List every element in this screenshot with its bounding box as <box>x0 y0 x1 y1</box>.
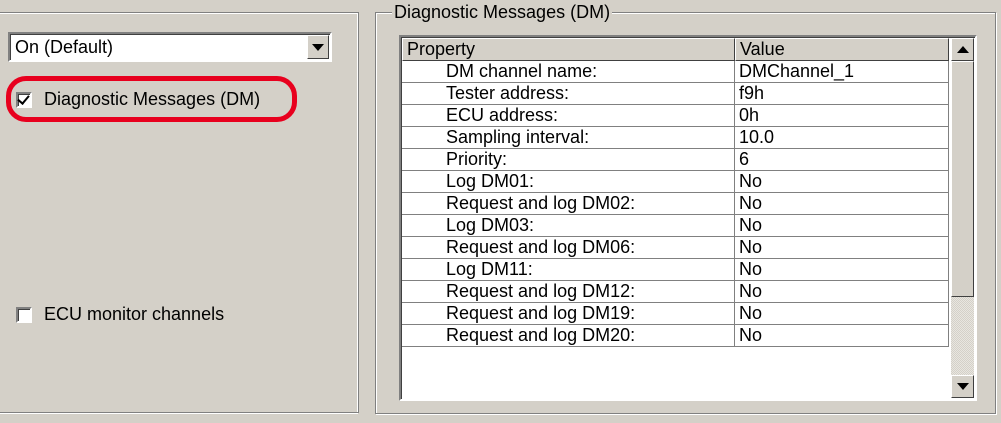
dm-checkbox[interactable] <box>16 91 32 108</box>
property-name-cell[interactable]: Priority: <box>402 149 735 171</box>
property-name-cell[interactable]: Request and log DM02: <box>402 193 735 215</box>
scroll-down-arrow-icon <box>956 383 969 390</box>
property-value-cell[interactable]: 10.0 <box>735 127 949 149</box>
grid-rows: DM channel name: DMChannel_1 Tester addres… <box>402 61 949 347</box>
dm-checkbox-row[interactable]: Diagnostic Messages (DM) <box>16 89 260 110</box>
column-header-property[interactable]: Property <box>402 38 735 61</box>
ecu-checkbox-label: ECU monitor channels <box>44 304 225 324</box>
mode-combobox[interactable]: On (Default) <box>8 32 332 62</box>
property-value-cell[interactable]: No <box>735 237 949 259</box>
divider <box>0 412 358 414</box>
vertical-scrollbar[interactable] <box>951 38 974 398</box>
ecu-checkbox-row[interactable]: ECU monitor channels <box>16 304 224 325</box>
table-row[interactable]: Request and log DM19: No <box>402 303 949 325</box>
table-row[interactable]: Request and log DM12: No <box>402 281 949 303</box>
table-row[interactable]: Priority: 6 <box>402 149 949 171</box>
table-row[interactable]: DM channel name: DMChannel_1 <box>402 61 949 83</box>
property-value-cell[interactable]: No <box>735 215 949 237</box>
grid-header: Property Value <box>402 38 949 61</box>
table-row[interactable]: Log DM01: No <box>402 171 949 193</box>
table-row[interactable]: Request and log DM20: No <box>402 325 949 347</box>
property-value-cell[interactable]: No <box>735 303 949 325</box>
property-value-cell[interactable]: 0h <box>735 105 949 127</box>
property-value-cell[interactable]: f9h <box>735 83 949 105</box>
property-value-cell[interactable]: No <box>735 171 949 193</box>
checkmark-icon <box>17 91 30 105</box>
scroll-up-button[interactable] <box>951 38 974 61</box>
property-name-cell[interactable]: ECU address: <box>402 105 735 127</box>
groupbox-title: Diagnostic Messages (DM) <box>392 2 613 22</box>
combo-dropdown-button[interactable] <box>307 35 329 59</box>
property-value-cell[interactable]: No <box>735 325 949 347</box>
chevron-down-icon <box>312 43 324 51</box>
scrollbar-thumb[interactable] <box>951 61 974 297</box>
property-name-cell[interactable]: Log DM01: <box>402 171 735 193</box>
mode-combobox-value: On (Default) <box>15 37 114 57</box>
property-value-cell[interactable]: No <box>735 281 949 303</box>
table-row[interactable]: Request and log DM06: No <box>402 237 949 259</box>
property-name-cell[interactable]: Tester address: <box>402 83 735 105</box>
options-panel <box>0 12 359 413</box>
property-name-cell[interactable]: Log DM11: <box>402 259 735 281</box>
scroll-down-button[interactable] <box>951 375 974 398</box>
table-row[interactable]: ECU address: 0h <box>402 105 949 127</box>
property-value-cell[interactable]: 6 <box>735 149 949 171</box>
table-row[interactable]: Request and log DM02: No <box>402 193 949 215</box>
property-name-cell[interactable]: Request and log DM20: <box>402 325 735 347</box>
property-name-cell[interactable]: DM channel name: <box>402 61 735 83</box>
table-row[interactable]: Tester address: f9h <box>402 83 949 105</box>
property-grid: Property Value DM channel name: DMChannel… <box>399 35 977 401</box>
table-row[interactable]: Sampling interval: 10.0 <box>402 127 949 149</box>
property-value-cell[interactable]: No <box>735 193 949 215</box>
property-name-cell[interactable]: Sampling interval: <box>402 127 735 149</box>
property-value-cell[interactable]: DMChannel_1 <box>735 61 949 83</box>
property-name-cell[interactable]: Request and log DM06: <box>402 237 735 259</box>
scroll-up-arrow-icon <box>956 46 969 53</box>
property-name-cell[interactable]: Log DM03: <box>402 215 735 237</box>
property-name-cell[interactable]: Request and log DM12: <box>402 281 735 303</box>
table-row[interactable]: Log DM03: No <box>402 215 949 237</box>
column-header-value[interactable]: Value <box>735 38 949 61</box>
property-name-cell[interactable]: Request and log DM19: <box>402 303 735 325</box>
property-value-cell[interactable]: No <box>735 259 949 281</box>
ecu-checkbox[interactable] <box>16 306 32 323</box>
dm-checkbox-label: Diagnostic Messages (DM) <box>44 89 261 109</box>
table-row[interactable]: Log DM11: No <box>402 259 949 281</box>
